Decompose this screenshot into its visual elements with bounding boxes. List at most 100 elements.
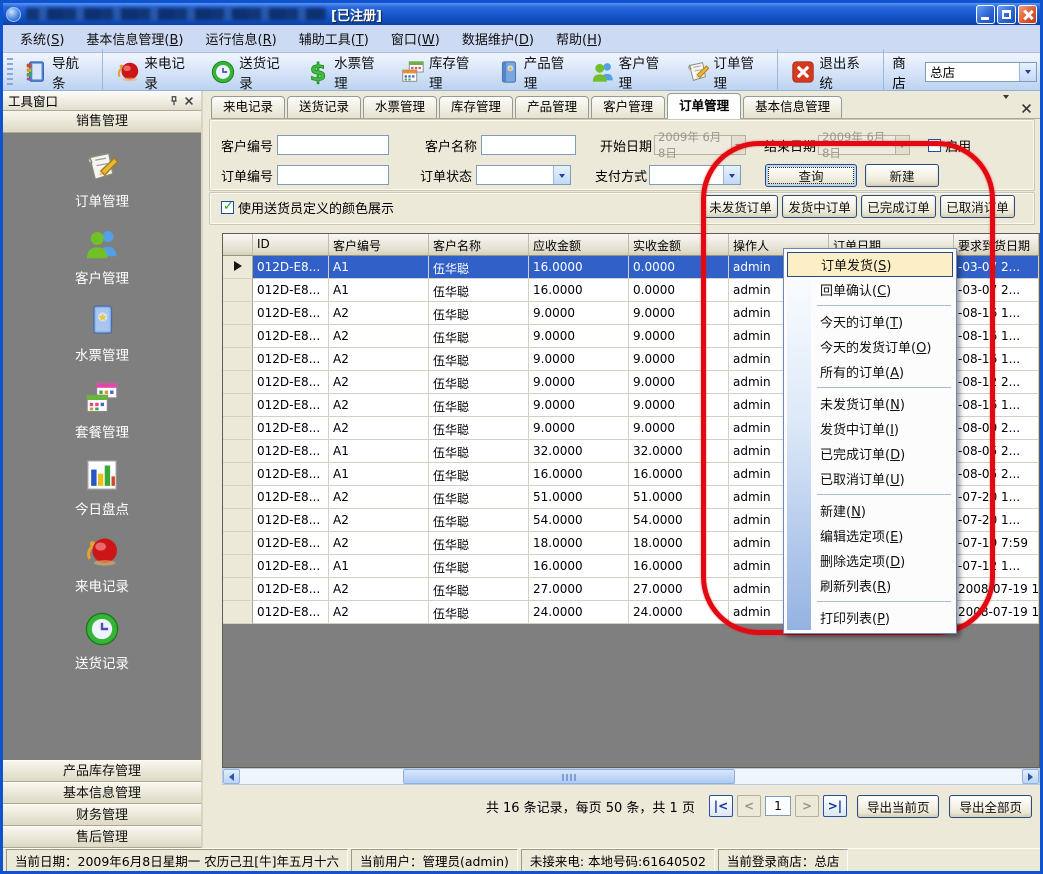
column-header-received[interactable]: 实收金额 (629, 234, 729, 256)
last-page-button[interactable]: >| (823, 795, 847, 817)
customer-name-input[interactable] (481, 135, 576, 155)
row-selector-cell[interactable] (223, 532, 253, 555)
horizontal-scrollbar[interactable] (222, 768, 1040, 785)
toolbar-button[interactable]: 退出系统 (784, 49, 884, 95)
toolbar-button[interactable]: 订单管理 (679, 49, 779, 95)
chevron-down-icon[interactable] (553, 166, 570, 184)
context-menu-item[interactable]: 发货中订单(I) (786, 416, 954, 441)
maximize-button[interactable] (997, 5, 1016, 24)
row-selector-cell[interactable] (223, 486, 253, 509)
tab[interactable]: 基本信息管理 (743, 96, 842, 118)
context-menu-item[interactable]: 刷新列表(R) (786, 573, 954, 598)
sidebar-close-icon[interactable] (181, 93, 196, 108)
close-button[interactable] (1018, 5, 1037, 24)
row-selector-cell[interactable] (223, 325, 253, 348)
tab[interactable]: 送货记录 (287, 96, 361, 118)
sidebar-section-bar[interactable]: 产品库存管理 (3, 760, 201, 782)
column-header-id[interactable]: ID (253, 234, 329, 256)
order-status-filter-button[interactable]: 未发货订单 (703, 195, 778, 218)
row-selector-cell[interactable] (223, 279, 253, 302)
scroll-left-icon[interactable] (223, 769, 240, 784)
order-status-select[interactable] (476, 165, 571, 185)
pay-method-select[interactable] (649, 165, 741, 185)
tab[interactable]: 产品管理 (515, 96, 589, 118)
customer-no-input[interactable] (277, 135, 389, 155)
sidebar-section-sales[interactable]: 销售管理 (3, 111, 201, 133)
order-no-input[interactable] (277, 165, 389, 185)
row-selector-cell[interactable] (223, 371, 253, 394)
tab-list-chevron-down-icon[interactable] (1003, 99, 1009, 118)
sidebar-section-bar[interactable]: 售后管理 (3, 826, 201, 848)
order-status-filter-button[interactable]: 已完成订单 (861, 195, 936, 218)
sidebar-item[interactable]: 订单管理 (3, 148, 201, 210)
context-menu-item[interactable] (817, 305, 951, 306)
sidebar-item[interactable]: 来电记录 (3, 533, 201, 595)
context-menu-item[interactable]: 未发货订单(N) (786, 391, 954, 416)
toolbar-grip[interactable] (7, 58, 13, 86)
tab[interactable]: 来电记录 (211, 96, 285, 118)
context-menu-item[interactable]: 删除选定项(D) (786, 548, 954, 573)
column-header-receivable[interactable]: 应收金额 (529, 234, 629, 256)
context-menu-item[interactable]: 编辑选定项(E) (786, 523, 954, 548)
context-menu-item[interactable]: 新建(N) (786, 498, 954, 523)
row-selector-cell[interactable] (223, 394, 253, 417)
next-page-button[interactable]: > (795, 795, 819, 817)
column-header-required-date[interactable]: 要求到货日期 (954, 234, 1039, 256)
context-menu-item[interactable]: 已完成订单(D) (786, 441, 954, 466)
sidebar-item[interactable]: 客户管理 (3, 225, 201, 287)
context-menu-item[interactable]: 今天的发货订单(O) (786, 334, 954, 359)
enable-checkbox[interactable] (928, 139, 941, 152)
tab[interactable]: 库存管理 (439, 96, 513, 118)
chevron-down-icon[interactable] (723, 166, 740, 184)
sidebar-item[interactable]: 水票管理 (3, 302, 201, 364)
tab[interactable]: 水票管理 (363, 96, 437, 118)
context-menu-item[interactable] (817, 387, 951, 388)
sidebar-item[interactable]: 今日盘点 (3, 456, 201, 518)
context-menu-item[interactable]: 打印列表(P) (786, 605, 954, 630)
order-status-filter-button[interactable]: 已取消订单 (940, 195, 1015, 218)
toolbar-button[interactable]: 客户管理 (584, 49, 679, 95)
column-header-customer-name[interactable]: 客户名称 (429, 234, 529, 256)
tab-close-icon[interactable] (1021, 99, 1032, 118)
context-menu-item[interactable] (817, 601, 951, 602)
minimize-button[interactable] (976, 5, 995, 24)
scroll-right-icon[interactable] (1022, 769, 1039, 784)
context-menu-item[interactable]: 订单发货(S) (787, 252, 953, 277)
sidebar-item[interactable]: 套餐管理 (3, 379, 201, 441)
row-selector-cell[interactable] (223, 256, 253, 279)
color-display-checkbox[interactable] (221, 201, 234, 214)
scrollbar-thumb[interactable] (403, 769, 735, 784)
context-menu-item[interactable]: 已取消订单(U) (786, 466, 954, 491)
row-selector-cell[interactable] (223, 302, 253, 325)
row-selector-cell[interactable] (223, 601, 253, 624)
tab[interactable]: 客户管理 (591, 96, 665, 118)
export-current-page-button[interactable]: 导出当前页 (857, 795, 940, 818)
new-button[interactable]: 新建 (865, 164, 939, 187)
sidebar-section-bar[interactable]: 基本信息管理 (3, 782, 201, 804)
toolbar-button[interactable]: 产品管理 (489, 49, 584, 95)
shop-select[interactable]: 总店 (925, 62, 1037, 82)
pin-icon[interactable] (166, 93, 181, 108)
row-selector-cell[interactable] (223, 509, 253, 532)
prev-page-button[interactable]: < (737, 795, 761, 817)
row-selector-cell[interactable] (223, 578, 253, 601)
chevron-down-icon[interactable] (1019, 63, 1036, 81)
tab[interactable]: 订单管理 (667, 93, 741, 119)
first-page-button[interactable]: |< (709, 795, 733, 817)
toolbar-button[interactable]: 来电记录 (109, 49, 204, 95)
row-selector-cell[interactable] (223, 463, 253, 486)
page-number-input[interactable] (765, 796, 791, 816)
row-selector-cell[interactable] (223, 417, 253, 440)
toolbar-button[interactable]: 导航条 (17, 49, 103, 95)
row-selector-cell[interactable] (223, 555, 253, 578)
export-all-pages-button[interactable]: 导出全部页 (949, 795, 1032, 818)
sidebar-item[interactable]: 送货记录 (3, 610, 201, 672)
row-selector-cell[interactable] (223, 348, 253, 371)
query-button[interactable]: 查询 (765, 164, 857, 187)
order-status-filter-button[interactable]: 发货中订单 (782, 195, 857, 218)
context-menu-item[interactable] (817, 494, 951, 495)
context-menu-item[interactable]: 所有的订单(A) (786, 359, 954, 384)
toolbar-button[interactable]: $ 水票管理 (299, 49, 394, 95)
toolbar-button[interactable]: 送货记录 (204, 49, 299, 95)
column-header-customer-no[interactable]: 客户编号 (329, 234, 429, 256)
